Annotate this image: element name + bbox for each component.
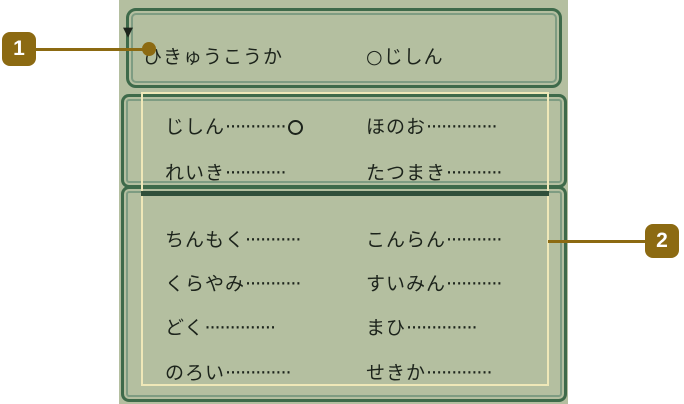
list-item-move-6[interactable]: くらやみ··········· xyxy=(165,269,301,296)
game-screen: ▼ ひきゅうこうか ○じしん じしん············ ほのお······… xyxy=(119,0,568,404)
move-name: どく xyxy=(165,317,205,339)
move-name: まひ xyxy=(366,317,407,339)
callout-badge-1: 1 xyxy=(2,32,36,66)
move-name: れいき xyxy=(165,162,226,184)
move-name: じしん xyxy=(165,116,226,138)
list-item-move-0[interactable]: じしん············ xyxy=(165,112,303,139)
move-name: ほのお xyxy=(366,116,427,138)
circle-marker-icon xyxy=(287,120,303,135)
move-name: たつまき xyxy=(366,162,447,184)
move-name: くらやみ xyxy=(165,273,246,295)
list-divider xyxy=(141,191,549,196)
list-item-move-3[interactable]: たつまき··········· xyxy=(366,158,502,185)
move-name: せきか xyxy=(366,362,427,384)
move-dots: ·············· xyxy=(204,317,276,339)
list-item-move-10[interactable]: のろい············· xyxy=(165,358,292,385)
move-dots: ············· xyxy=(225,362,292,384)
move-dots: ············· xyxy=(426,362,493,384)
move-name: こんらん xyxy=(366,229,447,251)
list-item-move-1[interactable]: ほのお·············· xyxy=(366,112,498,139)
move-dots: ·············· xyxy=(426,116,498,138)
list-item-move-8[interactable]: どく·············· xyxy=(165,313,276,340)
callout-badge-2: 2 xyxy=(645,224,679,258)
list-item-move-7[interactable]: すいみん··········· xyxy=(366,269,502,296)
callout-2-line xyxy=(548,240,645,243)
right-label: ○じしん xyxy=(366,46,444,68)
cursor-arrow-icon: ▼ xyxy=(123,25,133,40)
move-dots: ··········· xyxy=(446,162,502,184)
move-dots: ··········· xyxy=(446,229,502,251)
list-item-move-11[interactable]: せきか············· xyxy=(366,358,493,385)
move-dots: ··········· xyxy=(446,273,502,295)
move-name: のろい xyxy=(165,362,226,384)
move-dots: ·············· xyxy=(406,317,478,339)
list-item-move-9[interactable]: まひ·············· xyxy=(366,313,478,340)
move-name: すいみん xyxy=(366,273,447,295)
list-item-move-5[interactable]: こんらん··········· xyxy=(366,225,502,252)
callout-1-dot xyxy=(142,42,156,56)
move-name: ちんもく xyxy=(165,229,246,251)
move-dots: ············ xyxy=(225,162,286,184)
callout-1-line xyxy=(36,48,150,51)
selected-label[interactable]: ひきゅうこうか xyxy=(143,42,283,69)
list-item-move-2[interactable]: れいき············ xyxy=(165,158,287,185)
move-dots: ··········· xyxy=(245,229,301,251)
move-dots: ············ xyxy=(225,116,286,138)
list-item-move-4[interactable]: ちんもく··········· xyxy=(165,225,301,252)
move-dots: ··········· xyxy=(245,273,301,295)
